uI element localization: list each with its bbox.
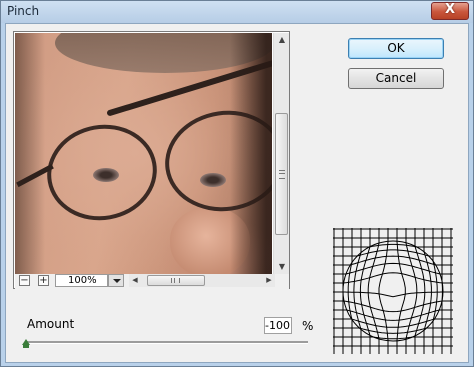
horizontal-scroll-thumb[interactable] <box>147 275 205 286</box>
preview-vertical-scrollbar[interactable]: ▲ ▼ <box>273 33 289 274</box>
grip-icon <box>279 170 285 179</box>
preview-horizontal-scrollbar[interactable]: ◀ ▶ <box>129 274 275 287</box>
preview-image[interactable] <box>15 33 272 289</box>
percent-unit: % <box>302 319 314 333</box>
window-title: Pinch <box>7 4 40 18</box>
scroll-down-arrow-icon[interactable]: ▼ <box>274 260 290 274</box>
scroll-left-arrow-icon[interactable]: ◀ <box>129 274 141 287</box>
zoom-out-button[interactable]: − <box>19 275 30 286</box>
filter-preview: ▲ ▼ − + 100% ◀ ▶ <box>13 31 290 289</box>
glasses-lens-left <box>39 116 165 229</box>
scroll-right-arrow-icon[interactable]: ▶ <box>263 274 275 287</box>
amount-label: Amount <box>27 317 75 331</box>
ok-button[interactable]: OK <box>348 38 444 59</box>
grip-icon <box>171 278 180 283</box>
zoom-dropdown-button[interactable] <box>108 274 124 287</box>
scroll-up-arrow-icon[interactable]: ▲ <box>274 33 290 47</box>
pinch-grid-preview-icon <box>333 228 453 354</box>
amount-slider-track[interactable] <box>25 341 308 344</box>
vertical-scroll-thumb[interactable] <box>275 113 288 235</box>
zoom-level-field[interactable]: 100% <box>55 274 108 287</box>
zoom-in-button[interactable]: + <box>38 275 49 286</box>
image-shadow-left <box>15 33 45 289</box>
preview-toolbar: − + 100% ◀ ▶ <box>15 274 289 289</box>
dialog-body: ▲ ▼ − + 100% ◀ ▶ OK Cancel Amount -100 % <box>5 23 469 363</box>
image-shadow-right <box>230 33 272 289</box>
pinch-dialog: Pinch X ▲ ▼ − + 100% ◀ ▶ OK Cancel Amoun… <box>0 0 474 367</box>
amount-input[interactable]: -100 <box>264 317 292 334</box>
title-bar[interactable]: Pinch X <box>1 1 473 23</box>
cancel-button[interactable]: Cancel <box>348 68 444 89</box>
close-icon: X <box>444 2 456 17</box>
close-button[interactable]: X <box>431 2 469 20</box>
